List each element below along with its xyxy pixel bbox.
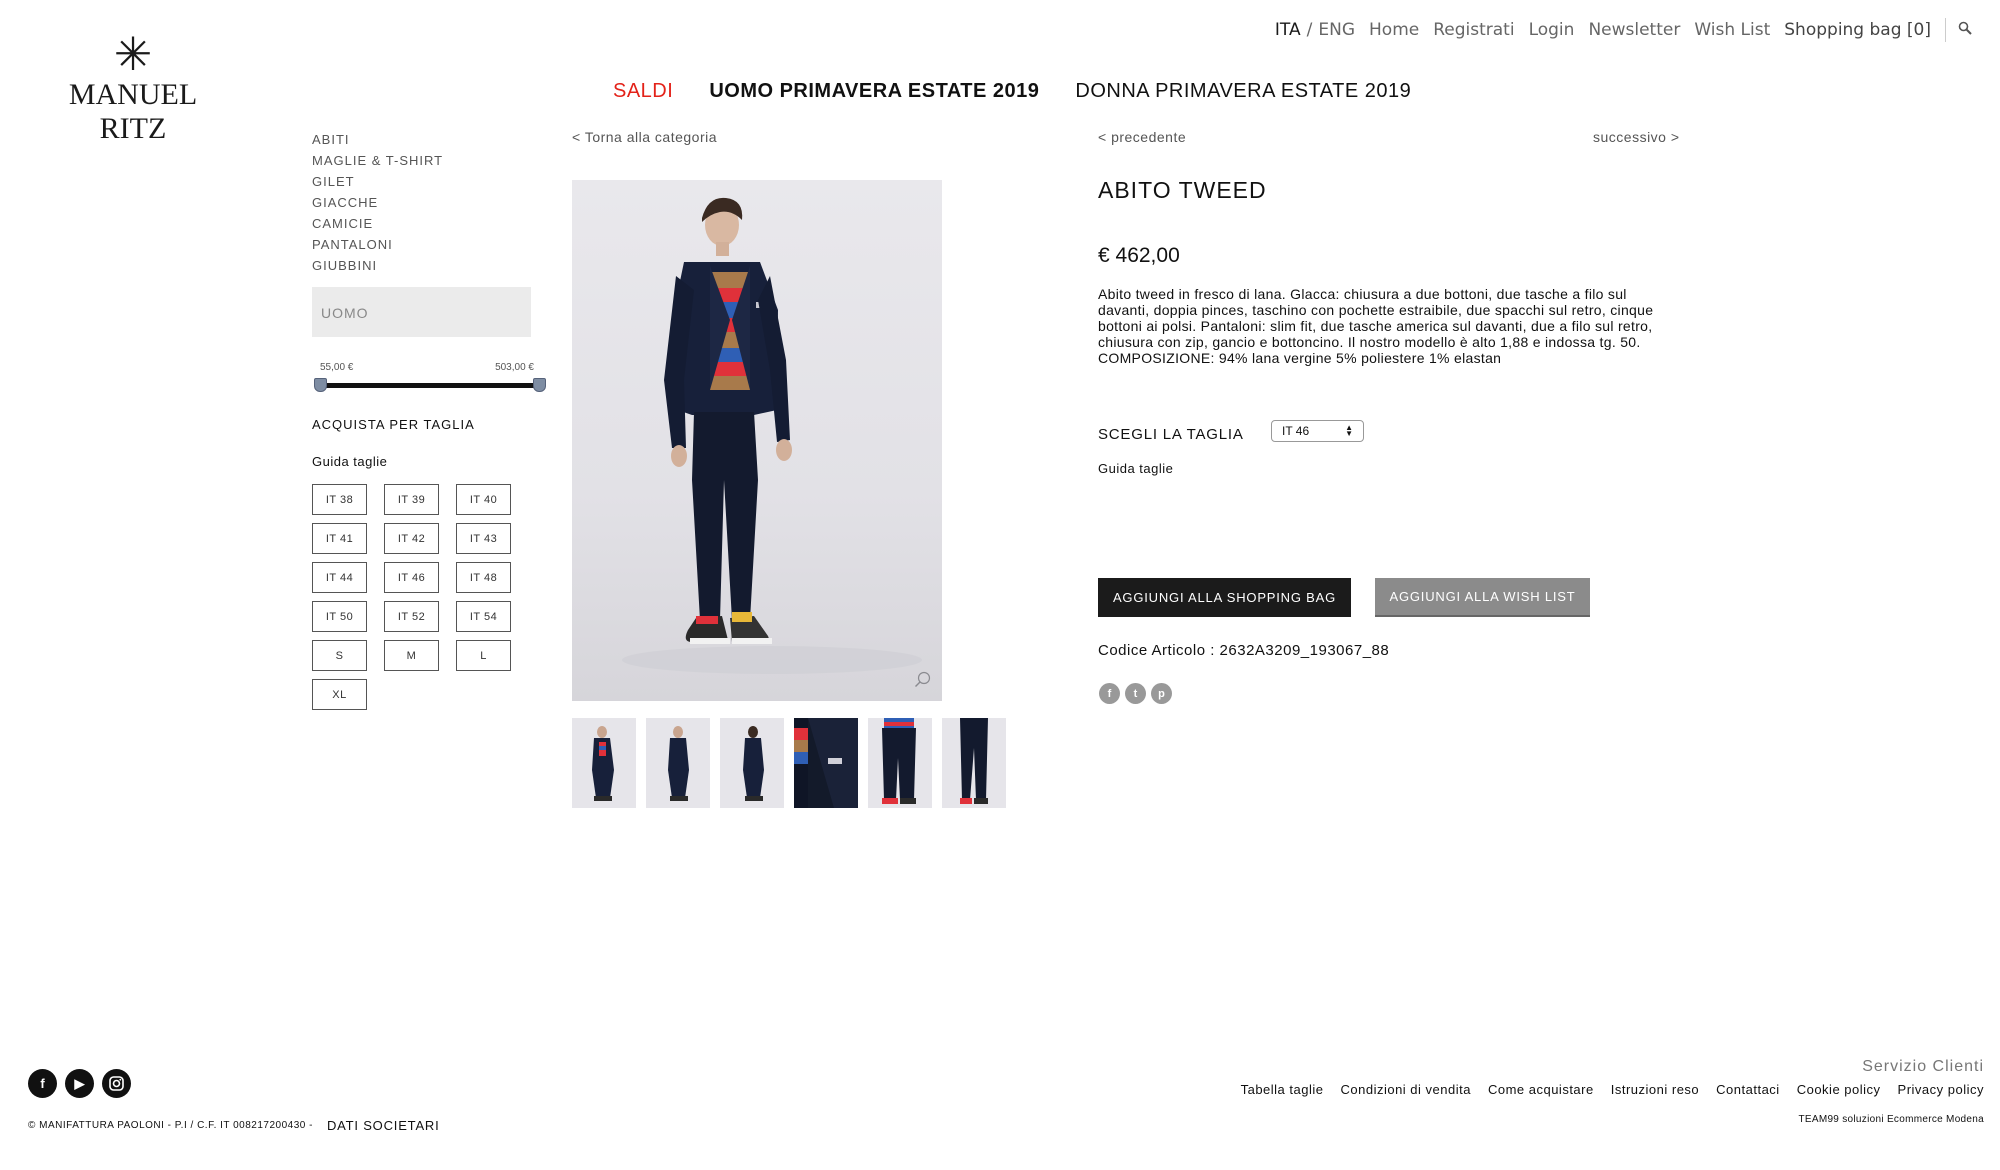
sidebar: ABITI MAGLIE & T-SHIRT GILET GIACCHE CAM… [312, 129, 572, 710]
share-icons: f t p [1099, 683, 1177, 704]
footer-link-size-table[interactable]: Tabella taglie [1241, 1082, 1324, 1097]
brand-logo[interactable]: ✳ MANUEL RITZ [38, 27, 228, 146]
select-arrows-icon: ▲ ▼ [1345, 423, 1353, 438]
pinterest-icon[interactable]: p [1151, 683, 1172, 704]
previous-product-link[interactable]: < precedente [1098, 129, 1186, 145]
facebook-icon[interactable]: f [1099, 683, 1120, 704]
category-item[interactable]: GILET [312, 171, 572, 192]
facebook-icon[interactable]: f [28, 1069, 57, 1098]
size-filter-button[interactable]: IT 48 [456, 562, 511, 593]
size-filter-button[interactable]: S [312, 640, 367, 671]
size-guide-link[interactable]: Guida taglie [312, 454, 387, 469]
thumbnail-image[interactable] [646, 718, 710, 808]
price-slider-track[interactable] [320, 383, 544, 388]
product-size-guide-link[interactable]: Guida taglie [1098, 461, 1173, 476]
category-item[interactable]: CAMICIE [312, 213, 572, 234]
credits[interactable]: TEAM99 soluzioni Ecommerce Modena [1798, 1114, 1984, 1125]
size-filter-button[interactable]: L [456, 640, 511, 671]
size-filter-button[interactable]: IT 39 [384, 484, 439, 515]
price-slider-min-handle[interactable] [314, 378, 327, 392]
zoom-icon[interactable] [914, 670, 932, 693]
main-product-image[interactable] [572, 180, 942, 701]
thumbnail-image[interactable] [942, 718, 1006, 808]
size-filter-button[interactable]: XL [312, 679, 367, 710]
login-link[interactable]: Login [1529, 20, 1575, 40]
thumbnail-image[interactable] [572, 718, 636, 808]
category-item[interactable]: GIUBBINI [312, 255, 572, 276]
thumbnail-image[interactable] [868, 718, 932, 808]
footer-link-contact[interactable]: Contattaci [1716, 1082, 1780, 1097]
model-figure [622, 197, 922, 674]
logo-text: MANUEL RITZ [68, 78, 198, 145]
category-item[interactable]: GIACCHE [312, 192, 572, 213]
size-filter-button[interactable]: IT 52 [384, 601, 439, 632]
copyright-text: © MANIFATTURA PAOLONI - P.I / C.F. IT 00… [28, 1120, 313, 1131]
choose-size-label: SCEGLI LA TAGLIA [1098, 426, 1244, 443]
size-filter-button[interactable]: M [384, 640, 439, 671]
nav-men[interactable]: UOMO PRIMAVERA ESTATE 2019 [709, 80, 1039, 103]
product-sku: Codice Articolo : 2632A3209_193067_88 [1098, 642, 1390, 659]
copyright: © MANIFATTURA PAOLONI - P.I / C.F. IT 00… [28, 1118, 440, 1133]
price-slider-max-handle[interactable] [533, 378, 546, 392]
size-filter-button[interactable]: IT 54 [456, 601, 511, 632]
logo-star-icon: ✳ [113, 27, 153, 81]
thumbnail-strip [572, 718, 1016, 808]
wishlist-link[interactable]: Wish List [1694, 20, 1770, 40]
footer-link-sale-terms[interactable]: Condizioni di vendita [1340, 1082, 1470, 1097]
category-list: ABITI MAGLIE & T-SHIRT GILET GIACCHE CAM… [312, 129, 572, 276]
twitter-icon[interactable]: t [1125, 683, 1146, 704]
price-max: 503,00 € [495, 362, 534, 373]
back-to-category-link[interactable]: < Torna alla categoria [572, 129, 717, 145]
product-description: Abito tweed in fresco di lana. Glacca: c… [1098, 286, 1654, 366]
price-range-labels: 55,00 € 503,00 € [320, 362, 534, 373]
size-filter-button[interactable]: IT 42 [384, 523, 439, 554]
newsletter-link[interactable]: Newsletter [1588, 20, 1680, 40]
size-filter-button[interactable]: IT 44 [312, 562, 367, 593]
price-min: 55,00 € [320, 362, 354, 373]
product-title: ABITO TWEED [1098, 177, 1267, 203]
product-price: € 462,00 [1098, 244, 1180, 267]
size-filter-button[interactable]: IT 38 [312, 484, 367, 515]
home-link[interactable]: Home [1369, 20, 1419, 40]
social-links: f ▶ [28, 1069, 139, 1098]
company-data-link[interactable]: DATI SOCIETARI [327, 1118, 440, 1133]
next-product-link[interactable]: successivo > [1593, 129, 1680, 145]
add-to-wishlist-button[interactable]: AGGIUNGI ALLA WISH LIST [1375, 578, 1590, 617]
shop-by-size-title: ACQUISTA PER TAGLIA [312, 417, 475, 432]
category-item[interactable]: PANTALONI [312, 234, 572, 255]
nav-sale[interactable]: SALDI [613, 80, 673, 103]
gender-filter[interactable]: UOMO [312, 287, 531, 337]
register-link[interactable]: Registrati [1433, 20, 1514, 40]
shopping-bag-link[interactable]: Shopping bag [0] [1784, 20, 1931, 40]
size-filter-button[interactable]: IT 46 [384, 562, 439, 593]
search-icon[interactable] [1958, 21, 1972, 39]
size-select[interactable]: IT 46 ▲ ▼ [1271, 420, 1364, 442]
size-filter-button[interactable]: IT 43 [456, 523, 511, 554]
main-nav: SALDI UOMO PRIMAVERA ESTATE 2019 DONNA P… [613, 80, 1447, 103]
size-filter-grid: IT 38 IT 39 IT 40 IT 41 IT 42 IT 43 IT 4… [312, 484, 511, 710]
thumbnail-image[interactable] [720, 718, 784, 808]
lang-ita-link[interactable]: ITA [1275, 20, 1301, 40]
lang-eng-link[interactable]: ENG [1318, 20, 1355, 40]
footer-link-privacy[interactable]: Privacy policy [1898, 1082, 1984, 1097]
size-filter-button[interactable]: IT 41 [312, 523, 367, 554]
size-filter-button[interactable]: IT 40 [456, 484, 511, 515]
add-to-bag-button[interactable]: AGGIUNGI ALLA SHOPPING BAG [1098, 578, 1351, 617]
instagram-icon[interactable] [102, 1069, 131, 1098]
nav-divider [1945, 18, 1946, 42]
footer-link-cookie[interactable]: Cookie policy [1797, 1082, 1881, 1097]
lang-separator: / [1306, 20, 1313, 40]
customer-service-title: Servizio Clienti [1862, 1058, 1984, 1075]
nav-women[interactable]: DONNA PRIMAVERA ESTATE 2019 [1075, 80, 1411, 103]
top-utility-nav: ITA / ENG Home Registrati Login Newslett… [1261, 18, 1972, 42]
youtube-icon[interactable]: ▶ [65, 1069, 94, 1098]
thumbnail-image[interactable] [794, 718, 858, 808]
category-item[interactable]: ABITI [312, 129, 572, 150]
footer-links: Tabella taglie Condizioni di vendita Com… [1224, 1082, 1984, 1097]
size-filter-button[interactable]: IT 50 [312, 601, 367, 632]
size-select-value: IT 46 [1282, 424, 1310, 438]
footer-link-returns[interactable]: Istruzioni reso [1611, 1082, 1699, 1097]
footer-link-how-to-buy[interactable]: Come acquistare [1488, 1082, 1594, 1097]
category-item[interactable]: MAGLIE & T-SHIRT [312, 150, 572, 171]
